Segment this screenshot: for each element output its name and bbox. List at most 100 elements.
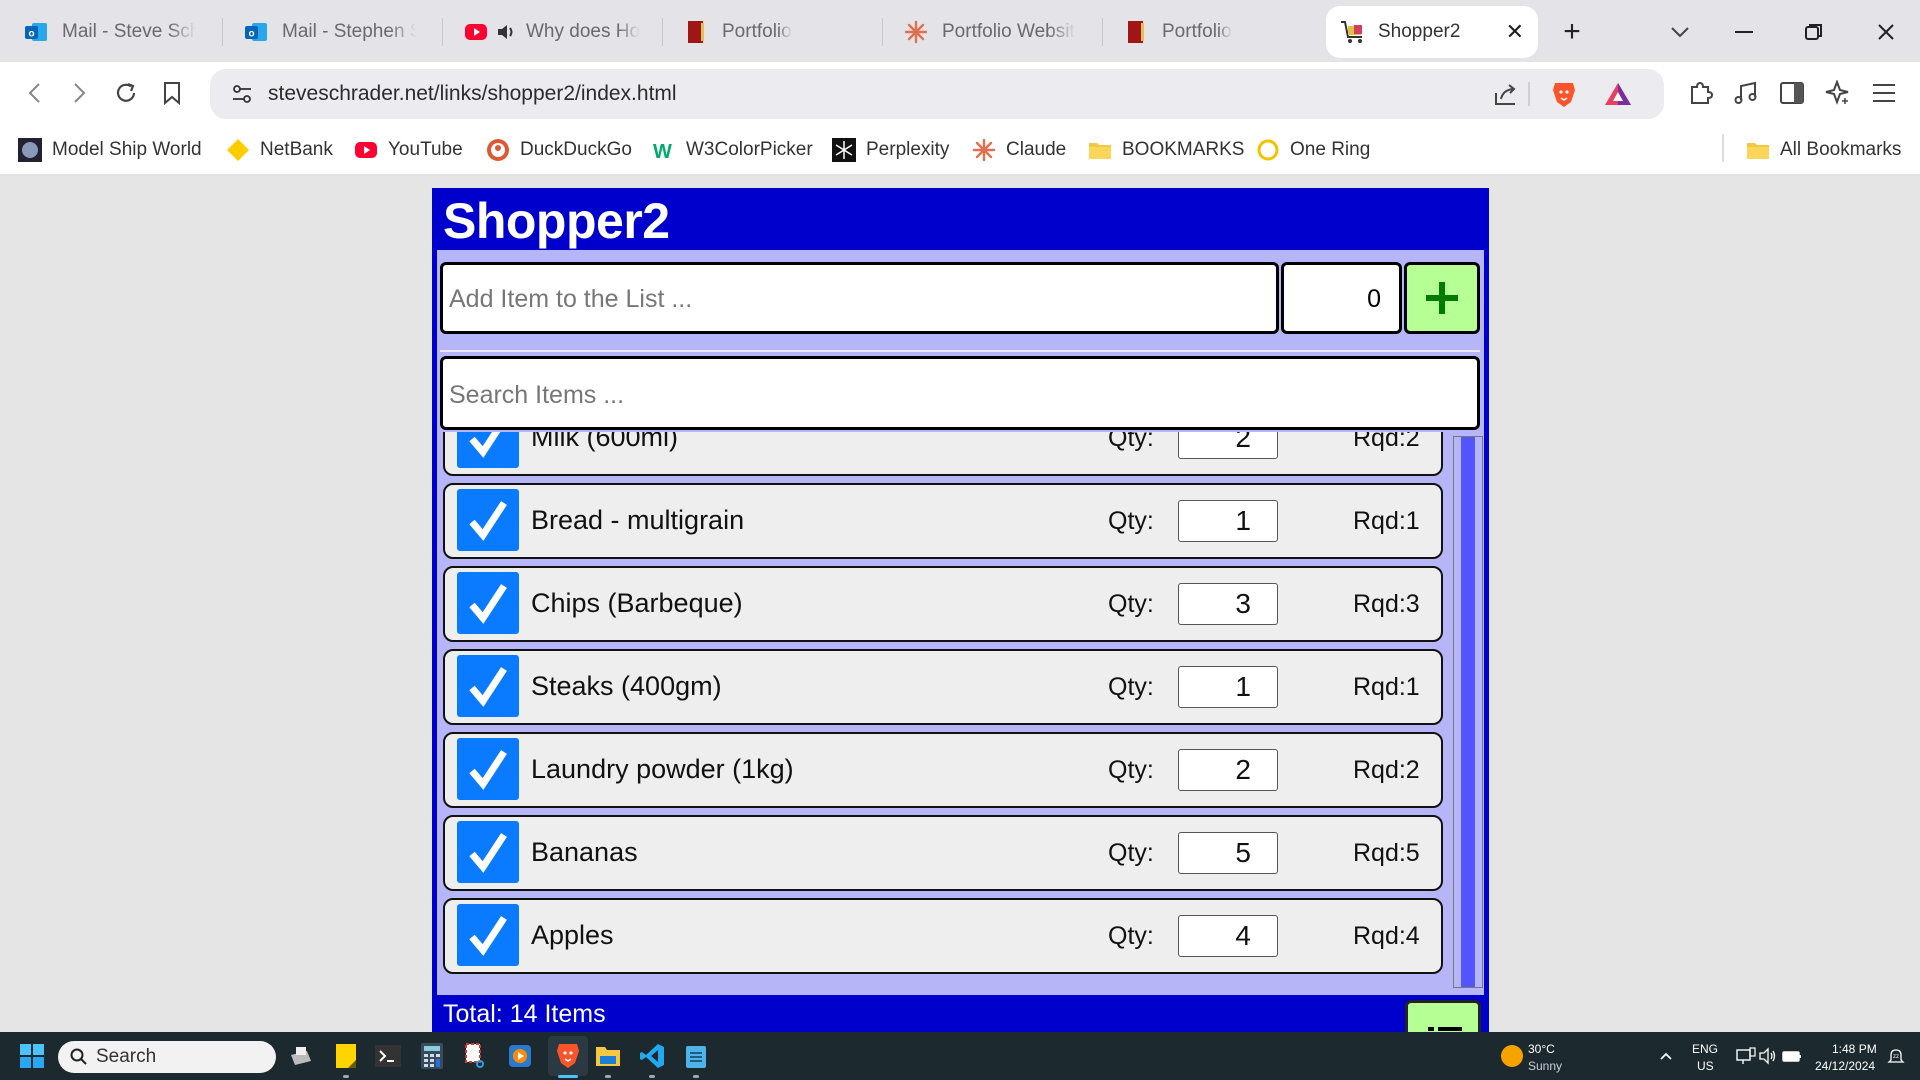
media-music-icon[interactable]: [1728, 75, 1764, 111]
item-required: Rqd:4: [1353, 922, 1420, 950]
item-checkbox[interactable]: [457, 489, 519, 551]
leo-ai-icon[interactable]: [1820, 75, 1856, 111]
brave-shields-icon[interactable]: [1548, 78, 1580, 110]
tab-portfolio-1[interactable]: Portfolio: [670, 10, 880, 54]
svg-text:o: o: [28, 29, 34, 40]
list-item: Bananas Qty: 5 Rqd:5: [443, 815, 1443, 891]
tab-portfolio-website[interactable]: Portfolio Website: [890, 10, 1090, 54]
search-icon: [70, 1048, 87, 1065]
search-items-input[interactable]: Search Items ...: [440, 356, 1480, 430]
netbank-diamond-icon: [226, 138, 250, 162]
list-menu-button[interactable]: [1405, 1000, 1481, 1032]
add-quantity-input[interactable]: 0: [1281, 262, 1402, 334]
add-item-button[interactable]: [1404, 262, 1480, 334]
snipping-tool-icon[interactable]: [460, 1040, 492, 1072]
duckduckgo-icon: [486, 138, 510, 162]
brave-browser-taskbar-icon[interactable]: [548, 1036, 588, 1076]
bookmark-netbank[interactable]: NetBank: [226, 136, 333, 164]
tab-separator: [662, 18, 663, 46]
item-qty-input[interactable]: 3: [1178, 583, 1278, 625]
site-settings-icon[interactable]: [226, 78, 258, 110]
tab-youtube-video[interactable]: Why does Ho: [450, 10, 660, 54]
item-qty-input[interactable]: 4: [1178, 915, 1278, 957]
taskbar-search[interactable]: Search: [58, 1041, 276, 1073]
url-text[interactable]: steveschrader.net/links/shopper2/index.h…: [268, 82, 677, 106]
new-tab-button[interactable]: +: [1554, 14, 1590, 50]
tab-bar: o Mail - Steve Schra o Mail - Stephen Sc…: [0, 0, 1920, 62]
checkmark-icon: [469, 833, 507, 873]
item-list: Milk (600ml) Qty: 2 Rqd:2 Bread - multig…: [437, 432, 1457, 988]
battery-icon[interactable]: [1776, 1040, 1808, 1072]
item-qty-input[interactable]: 2: [1178, 432, 1278, 459]
item-qty-input[interactable]: 1: [1178, 500, 1278, 542]
close-tab-icon[interactable]: ✕: [1506, 19, 1524, 45]
show-hidden-icons-chevron[interactable]: [1650, 1040, 1682, 1072]
terminal-icon[interactable]: [372, 1040, 404, 1072]
notifications-bell-icon[interactable]: zz: [1880, 1040, 1912, 1072]
item-qty-input[interactable]: 2: [1178, 749, 1278, 791]
extensions-icon[interactable]: [1682, 75, 1718, 111]
item-checkbox[interactable]: [457, 904, 519, 966]
bookmark-w3colorpicker[interactable]: W W3ColorPicker: [652, 136, 813, 164]
w3schools-icon: W: [652, 138, 676, 162]
tab-portfolio-2[interactable]: Portfolio: [1110, 10, 1320, 54]
share-icon[interactable]: [1490, 78, 1522, 110]
windows-start-icon[interactable]: [16, 1040, 48, 1072]
item-name: Steaks (400gm): [531, 671, 722, 701]
bookmark-model-ship-world[interactable]: Model Ship World: [18, 136, 202, 164]
notepad-icon[interactable]: [680, 1040, 712, 1072]
tab-shopper2[interactable]: Shopper2 ✕: [1326, 6, 1538, 58]
sticky-notes-icon[interactable]: [330, 1040, 362, 1072]
item-checkbox[interactable]: [457, 738, 519, 800]
back-button[interactable]: [16, 75, 52, 111]
bookmark-youtube[interactable]: YouTube: [354, 136, 463, 164]
bookmark-claude[interactable]: Claude: [972, 136, 1066, 164]
item-qty-input[interactable]: 5: [1178, 832, 1278, 874]
page-viewport: Shopper2 Add Item to the List ... 0 Sear…: [0, 176, 1920, 1032]
address-bar[interactable]: steveschrader.net/links/shopper2/index.h…: [210, 69, 1664, 119]
language-indicator[interactable]: ENG: [1692, 1042, 1718, 1056]
item-name: Chips (Barbeque): [531, 588, 743, 618]
item-qty-input[interactable]: 1: [1178, 666, 1278, 708]
clock-date[interactable]: 24/12/2024: [1815, 1059, 1875, 1073]
bookmark-one-ring[interactable]: One Ring: [1256, 136, 1370, 164]
bookmark-duckduckgo[interactable]: DuckDuckGo: [486, 136, 632, 164]
clock-time[interactable]: 1:48 PM: [1832, 1042, 1877, 1056]
add-item-input[interactable]: Add Item to the List ...: [440, 262, 1279, 334]
menu-hamburger-icon[interactable]: [1866, 75, 1902, 111]
list-scrollbar[interactable]: [1453, 436, 1483, 988]
close-window-button[interactable]: [1868, 14, 1904, 50]
bookmark-perplexity[interactable]: Perplexity: [832, 136, 949, 164]
speaker-audio-icon[interactable]: [494, 20, 518, 44]
item-checkbox[interactable]: [457, 655, 519, 717]
tab-mail-steve[interactable]: o Mail - Steve Schra: [10, 10, 210, 54]
calculator-icon[interactable]: [416, 1040, 448, 1072]
item-checkbox[interactable]: [457, 572, 519, 634]
item-checkbox[interactable]: [457, 432, 519, 468]
vscode-icon[interactable]: [636, 1040, 668, 1072]
tab-mail-stephen[interactable]: o Mail - Stephen Sc: [230, 10, 430, 54]
item-name: Bananas: [531, 837, 638, 867]
file-explorer-icon[interactable]: [592, 1040, 624, 1072]
item-name: Milk (600ml): [531, 432, 679, 452]
bookmark-folder-bookmarks[interactable]: BOOKMARKS: [1088, 136, 1244, 164]
minimize-button[interactable]: [1726, 14, 1762, 50]
all-bookmarks-button[interactable]: All Bookmarks: [1746, 136, 1901, 164]
fax-scan-icon[interactable]: [284, 1040, 316, 1072]
item-checkbox[interactable]: [457, 821, 519, 883]
keyboard-layout-indicator[interactable]: US: [1697, 1059, 1714, 1073]
scrollbar-thumb[interactable]: [1461, 437, 1475, 987]
bookmark-page-icon[interactable]: [154, 75, 190, 111]
restore-button[interactable]: [1796, 14, 1832, 50]
forward-button[interactable]: [62, 75, 98, 111]
sidebar-toggle-icon[interactable]: [1774, 75, 1810, 111]
reload-button[interactable]: [108, 75, 144, 111]
model-ship-world-icon: [18, 138, 42, 162]
tab-search-chevron-icon[interactable]: [1662, 14, 1698, 50]
item-required: Rqd:3: [1353, 590, 1420, 618]
brave-rewards-icon[interactable]: [1602, 78, 1634, 110]
media-player-icon[interactable]: [504, 1040, 536, 1072]
tab-separator: [882, 18, 883, 46]
weather-sun-icon[interactable]: [1496, 1040, 1528, 1072]
checkmark-icon: [469, 750, 507, 790]
